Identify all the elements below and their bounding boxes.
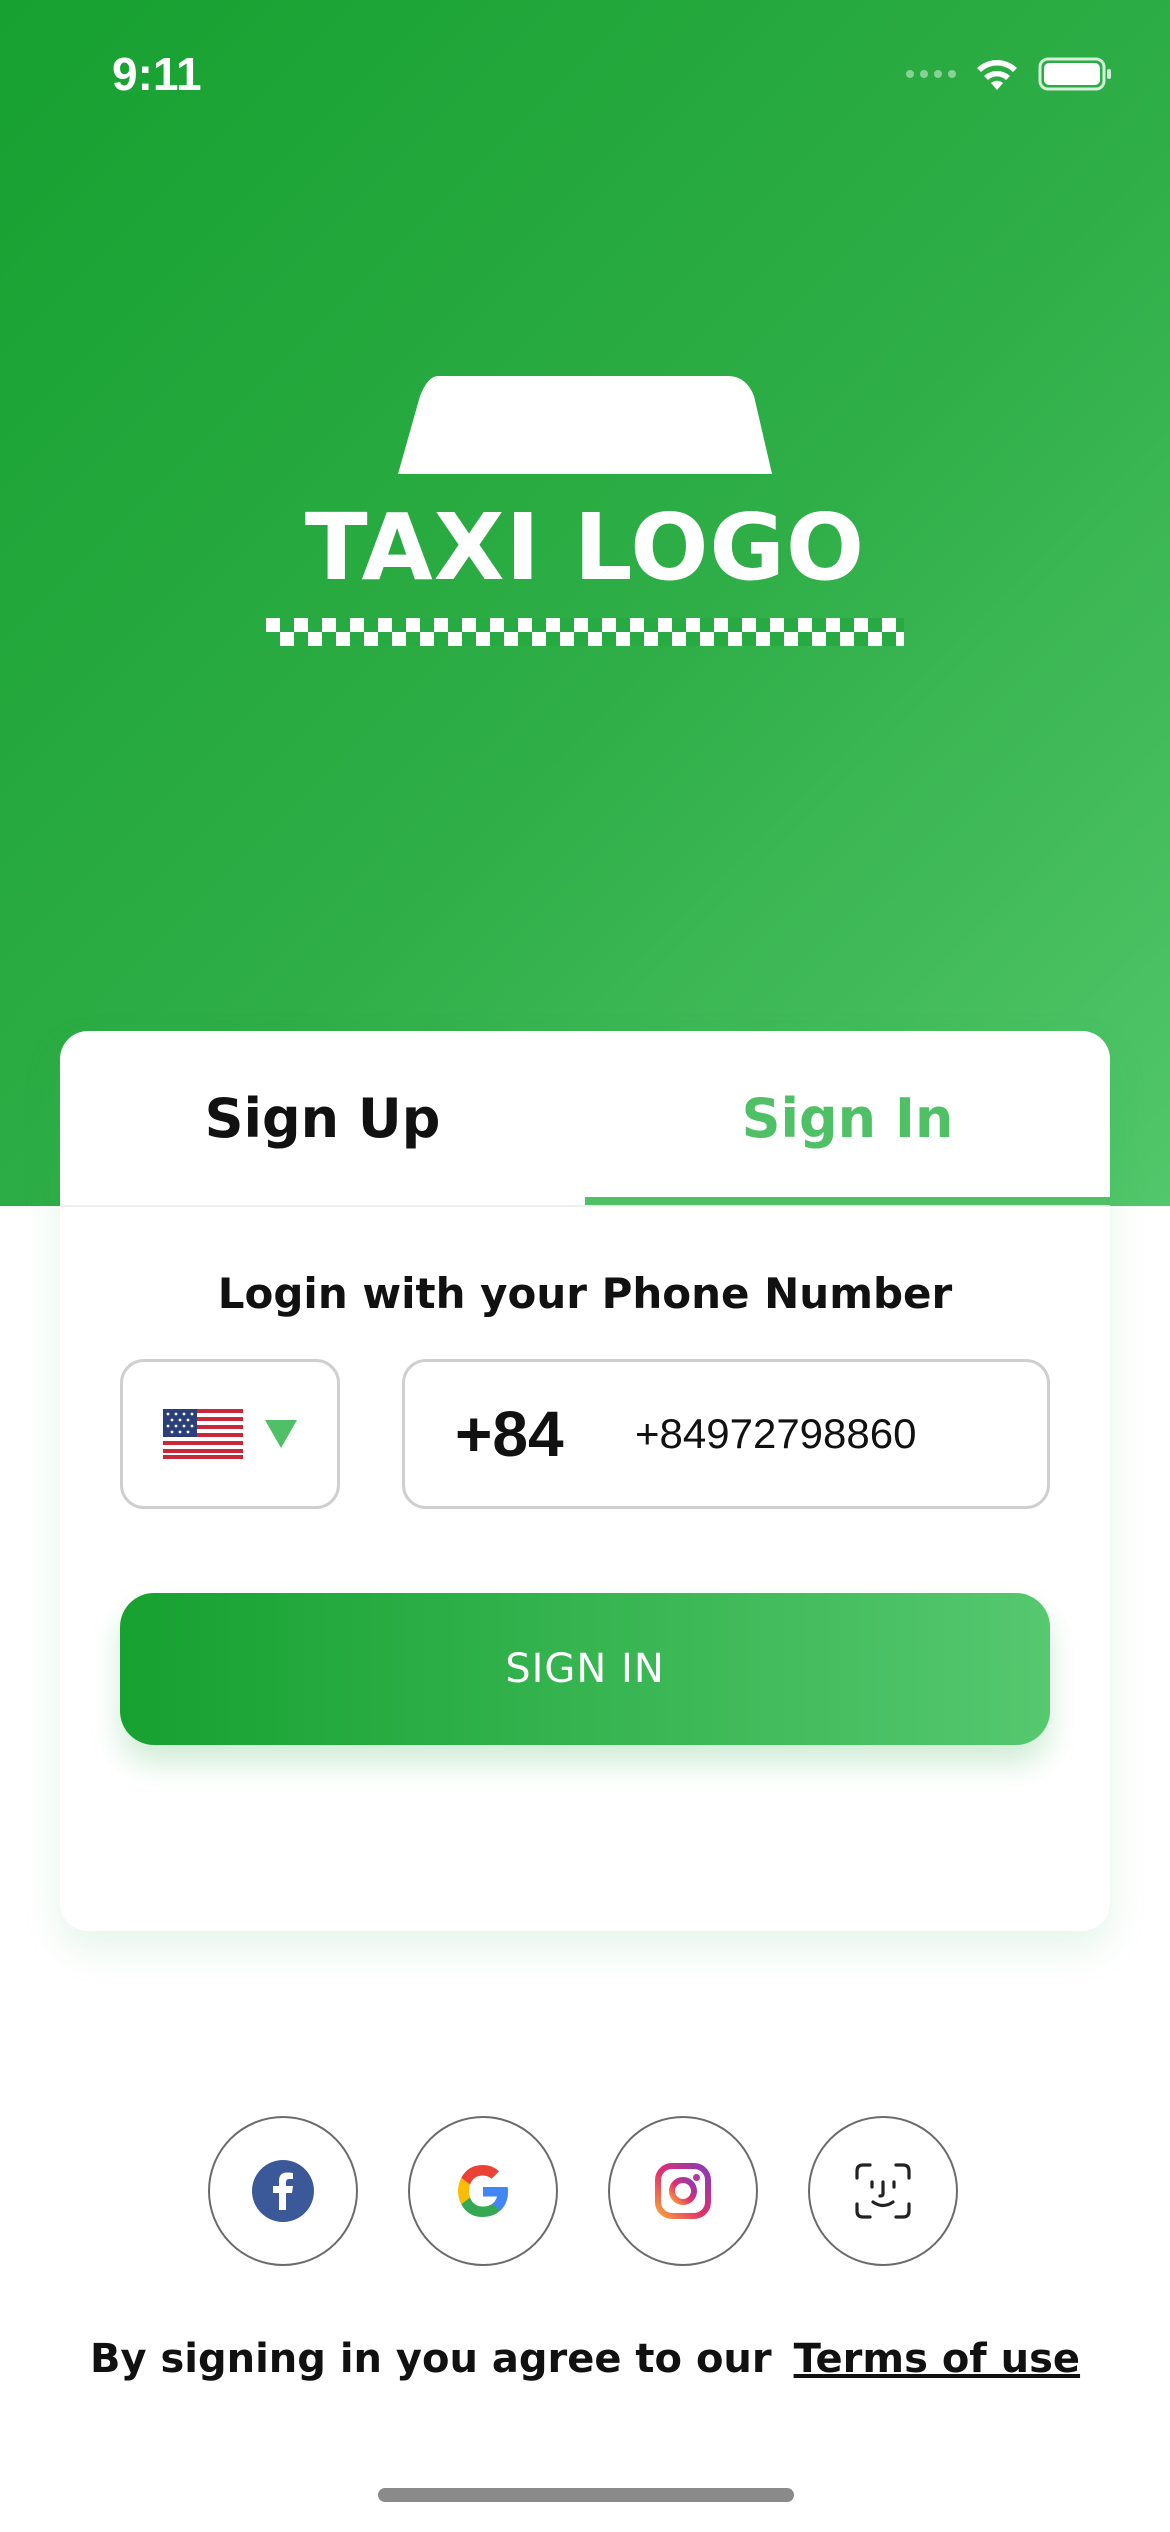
social-login [0,2116,1170,2270]
active-tab-indicator [585,1197,1110,1205]
home-indicator [378,2488,794,2502]
google-icon [458,2165,508,2217]
header-hero: 9:11 TAXI LOGO [0,0,1170,1206]
taxi-sign-icon [398,376,772,474]
terms-of-use-link[interactable]: Terms of use [794,2336,1080,2382]
facebook-icon [252,2160,314,2222]
checkered-stripe [266,618,904,646]
status-icons [906,54,1114,94]
logo-text: TAXI LOGO [304,494,866,601]
face-id-button[interactable] [808,2116,958,2266]
signal-icon [906,70,956,78]
face-id-icon [855,2163,911,2219]
terms-prefix: By signing in you agree to our [89,2336,772,2382]
wifi-icon [977,60,1017,90]
google-button[interactable] [408,2116,558,2266]
battery-icon [1038,57,1111,91]
country-code: +84 [455,1398,564,1470]
us-flag-icon [163,1409,243,1459]
phone-field: +84 [402,1359,1050,1509]
terms-text: By signing in you agree to our Terms of … [0,2336,1170,2382]
country-select[interactable] [120,1359,340,1509]
caret-down-icon [265,1420,297,1448]
instagram-icon [655,2163,711,2219]
phone-input[interactable] [635,1362,1025,1506]
status-time: 9:11 [112,48,202,100]
form-title: Login with your Phone Number [217,1269,953,1318]
tab-sign-in[interactable]: Sign In [585,1031,1110,1205]
tab-sign-up[interactable]: Sign Up [60,1031,585,1205]
tab-divider [60,1205,1110,1207]
auth-tabs: Sign Up Sign In [60,1031,1110,1207]
sign-in-button[interactable]: SIGN IN [120,1593,1050,1745]
facebook-button[interactable] [208,2116,358,2266]
auth-card: Sign Up Sign In Login with your Phone Nu… [60,1031,1110,1931]
instagram-button[interactable] [608,2116,758,2266]
